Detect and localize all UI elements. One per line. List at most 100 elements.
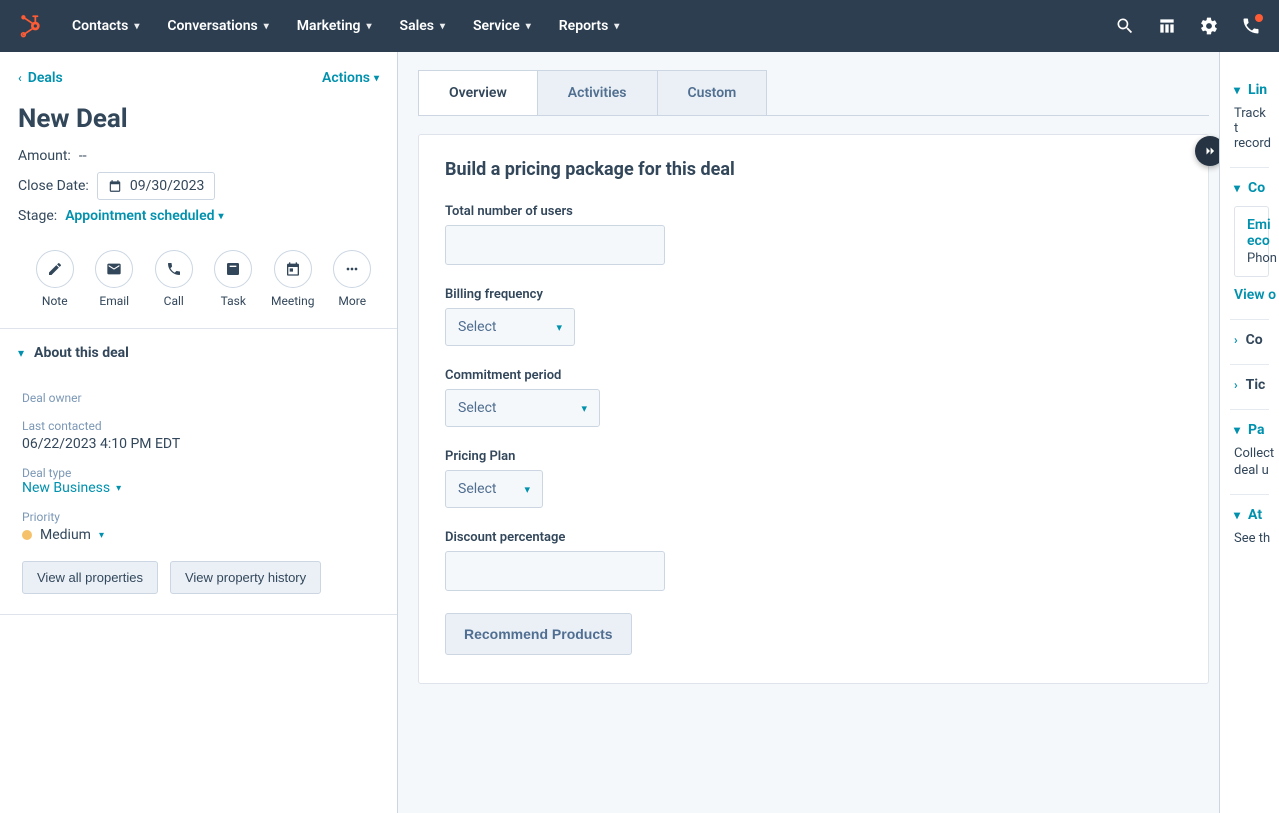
calling-icon[interactable] [1241, 16, 1261, 36]
nav-sales[interactable]: Sales▾ [400, 18, 445, 34]
settings-icon[interactable] [1199, 16, 1219, 36]
expand-sidebar-button[interactable] [1195, 136, 1219, 166]
back-label: Deals [28, 70, 63, 86]
chevron-down-icon: ▾ [134, 21, 139, 32]
line-items-text: Track t record [1234, 106, 1269, 151]
contact-card[interactable]: Emi eco Phon [1234, 206, 1269, 277]
tickets-toggle[interactable]: ›Tic [1234, 377, 1269, 393]
double-chevron-right-icon [1203, 144, 1217, 158]
close-date-picker[interactable]: 09/30/2023 [97, 172, 216, 200]
attachments-toggle[interactable]: ▾ At [1234, 507, 1269, 523]
tab-custom[interactable]: Custom [658, 70, 768, 115]
amount-value: -- [79, 148, 87, 164]
search-icon[interactable] [1115, 16, 1135, 36]
contact-phone: Phon [1247, 251, 1256, 266]
nav-label: Contacts [72, 18, 128, 34]
nav-label: Service [473, 18, 520, 34]
line-items-title: Lin [1248, 82, 1267, 98]
stage-label: Stage: [18, 208, 57, 224]
brand-logo[interactable] [18, 13, 44, 39]
plan-label: Pricing Plan [445, 449, 1182, 464]
more-button[interactable]: More [330, 250, 376, 308]
meeting-button[interactable]: Meeting [270, 250, 316, 308]
deal-type-label: Deal type [22, 466, 375, 480]
chevron-down-icon: ▾ [18, 346, 24, 360]
right-sidebar: ▾ Lin Track t record ▾ Co Emi eco Phon Vie… [1219, 52, 1279, 813]
tab-overview[interactable]: Overview [418, 70, 538, 115]
nav-contacts[interactable]: Contacts ▾ [72, 18, 139, 34]
action-label: Meeting [271, 294, 314, 308]
attachments-text: See th [1234, 531, 1269, 546]
contacts-toggle[interactable]: ▾ Co [1234, 180, 1269, 196]
close-date-label: Close Date: [18, 178, 89, 194]
nav-conversations[interactable]: Conversations▾ [167, 18, 268, 34]
notification-dot [1255, 14, 1263, 22]
chevron-down-icon: ▾ [367, 21, 372, 32]
priority-dropdown[interactable]: Medium ▾ [22, 527, 375, 543]
meeting-icon [285, 261, 301, 277]
chevron-down-icon: ▾ [1234, 508, 1240, 522]
last-contacted-value: 06/22/2023 4:10 PM EDT [22, 436, 375, 452]
select-value: Select [458, 400, 496, 416]
stage-row: Stage: Appointment scheduled▾ [18, 208, 379, 224]
plan-select[interactable]: Select▾ [445, 470, 543, 508]
attachments-title: At [1248, 507, 1262, 523]
call-button[interactable]: Call [151, 250, 197, 308]
email-icon [106, 261, 122, 277]
users-label: Total number of users [445, 204, 1182, 219]
users-input[interactable] [445, 225, 665, 265]
amount-row: Amount: -- [18, 148, 379, 164]
view-all-properties-button[interactable]: View all properties [22, 561, 158, 594]
about-deal-toggle[interactable]: ▾ About this deal [0, 329, 397, 371]
note-icon [47, 261, 63, 277]
chevron-down-icon: ▾ [1234, 83, 1240, 97]
billing-select[interactable]: Select▾ [445, 308, 575, 346]
email-button[interactable]: Email [92, 250, 138, 308]
priority-dot-icon [22, 530, 32, 540]
last-contacted-label: Last contacted [22, 419, 375, 433]
chevron-down-icon: ▾ [1234, 423, 1240, 437]
calendar-icon [108, 179, 122, 193]
chevron-down-icon: ▾ [264, 21, 269, 32]
chevron-down-icon: ▾ [440, 21, 445, 32]
call-icon [166, 261, 182, 277]
line-items-toggle[interactable]: ▾ Lin [1234, 82, 1269, 98]
chevron-left-icon: ‹ [18, 71, 22, 85]
top-nav: Contacts ▾ Conversations▾ Marketing ▾ Sale… [0, 0, 1279, 52]
action-label: Task [221, 294, 246, 308]
nav-label: Marketing [297, 18, 361, 34]
payments-text: Collect [1234, 446, 1269, 461]
actions-dropdown[interactable]: Actions▾ [322, 70, 379, 86]
view-associated-link[interactable]: View o [1234, 287, 1269, 303]
nav-service[interactable]: Service▾ [473, 18, 531, 34]
payments-toggle[interactable]: ▾ Pa [1234, 422, 1269, 438]
action-label: Call [164, 294, 184, 308]
payments-text2: deal u [1234, 463, 1269, 478]
commitment-select[interactable]: Select▾ [445, 389, 600, 427]
about-title: About this deal [34, 345, 129, 361]
billing-label: Billing frequency [445, 287, 1182, 302]
recommend-products-button[interactable]: Recommend Products [445, 613, 632, 655]
chevron-right-icon: › [1234, 333, 1238, 347]
deal-owner-label: Deal owner [22, 391, 375, 405]
chevron-down-icon: ▾ [1234, 181, 1240, 195]
companies-toggle[interactable]: ›Co [1234, 332, 1269, 348]
discount-input[interactable] [445, 551, 665, 591]
tab-activities[interactable]: Activities [538, 70, 658, 115]
task-button[interactable]: Task [211, 250, 257, 308]
deal-type-dropdown[interactable]: New Business▾ [22, 480, 375, 496]
priority-label: Priority [22, 510, 375, 524]
contacts-title: Co [1248, 180, 1265, 196]
stage-value: Appointment scheduled [65, 208, 214, 224]
payments-title: Pa [1248, 422, 1264, 438]
nav-reports[interactable]: Reports▾ [559, 18, 620, 34]
nav-marketing[interactable]: Marketing ▾ [297, 18, 372, 34]
amount-label: Amount: [18, 148, 71, 164]
chevron-right-icon: › [1234, 378, 1238, 392]
marketplace-icon[interactable] [1157, 16, 1177, 36]
back-deals-link[interactable]: ‹ Deals [18, 70, 63, 86]
view-property-history-button[interactable]: View property history [170, 561, 321, 594]
stage-dropdown[interactable]: Appointment scheduled▾ [65, 208, 223, 224]
discount-label: Discount percentage [445, 530, 1182, 545]
note-button[interactable]: Note [32, 250, 78, 308]
